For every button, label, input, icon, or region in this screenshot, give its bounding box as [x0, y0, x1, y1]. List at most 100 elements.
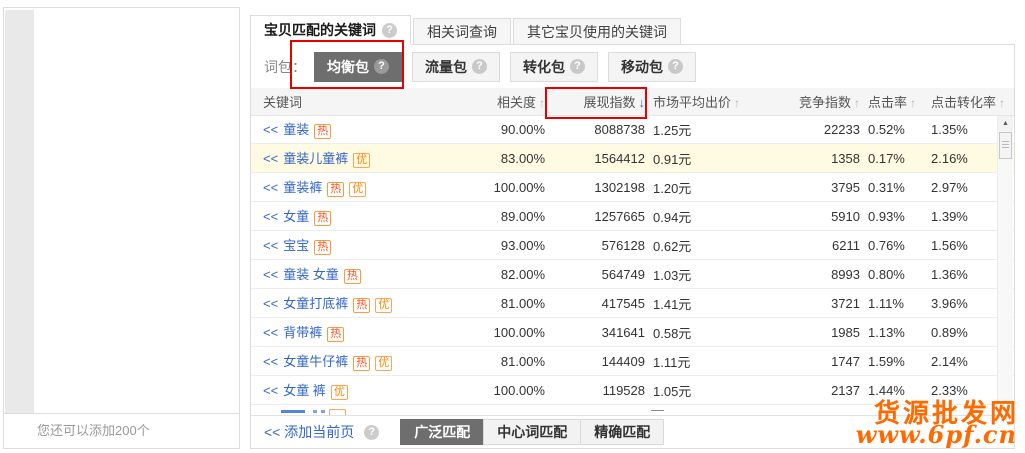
- wordpack-button-移动包[interactable]: 移动包?: [608, 52, 696, 82]
- competition-cell: 3721: [763, 296, 860, 311]
- impression-cell: 119528: [545, 383, 645, 398]
- add-current-page-link[interactable]: << 添加当前页: [264, 422, 354, 442]
- column-header-相关度[interactable]: 相关度↑: [481, 92, 545, 111]
- tab-宝贝匹配的关键词[interactable]: 宝贝匹配的关键词?: [250, 15, 411, 45]
- match-button-中心词匹配[interactable]: 中心词匹配: [483, 419, 581, 445]
- impression-cell: 341641: [545, 325, 645, 340]
- table-row: <<背带裤热100.00%3416410.58元19851.13%0.89%: [251, 318, 1014, 347]
- help-icon[interactable]: ?: [668, 59, 683, 74]
- ctr-cell: 0.80%: [868, 267, 930, 282]
- keyword-table-panel: 词包： 均衡包?流量包?转化包?移动包? 关键词相关度↑展现指数↓市场平均出价↑…: [250, 44, 1015, 449]
- partial-row: —: [251, 405, 1014, 415]
- vertical-scrollbar[interactable]: ▲: [997, 116, 1013, 408]
- keyword-cell: <<女童 裤优: [251, 380, 481, 400]
- wordpack-label: 词包：: [264, 57, 306, 77]
- column-header-关键词[interactable]: 关键词: [251, 92, 481, 111]
- wordpack-button-流量包[interactable]: 流量包?: [412, 52, 500, 82]
- keyword-prefix: <<: [263, 354, 278, 369]
- ctr-cell: 1.59%: [868, 354, 930, 369]
- keyword-link[interactable]: 童装裤: [283, 180, 322, 195]
- column-header-label: 展现指数: [583, 95, 635, 110]
- keyword-link[interactable]: 宝宝: [283, 238, 309, 253]
- avg-price-cell: 0.62元: [653, 236, 763, 255]
- keyword-link[interactable]: 背带裤: [283, 325, 322, 340]
- match-button-精确匹配[interactable]: 精确匹配: [580, 419, 664, 445]
- scroll-up-arrow-icon[interactable]: ▲: [998, 116, 1013, 131]
- table-row: <<宝宝热93.00%5761280.62元62110.76%1.56%: [251, 231, 1014, 260]
- column-header-竞争指数[interactable]: 竞争指数↑: [763, 92, 860, 111]
- ctr-cell: 0.93%: [868, 209, 930, 224]
- avg-price-cell: 0.94元: [653, 207, 763, 226]
- relevance-cell: 90.00%: [481, 122, 545, 137]
- badge-优: 优: [375, 298, 392, 313]
- column-header-市场平均出价[interactable]: 市场平均出价↑: [653, 92, 763, 111]
- competition-cell: 22233: [763, 122, 860, 137]
- impression-cell: 576128: [545, 238, 645, 253]
- keyword-cell: <<童装裤热优: [251, 177, 481, 197]
- clipped-keyword-fragment: [321, 410, 325, 413]
- table-row: <<女童牛仔裤热优81.00%1444091.11元17471.59%2.14%: [251, 347, 1014, 376]
- column-header-展现指数[interactable]: 展现指数 ↓: [545, 92, 645, 111]
- relevance-cell: 100.00%: [481, 180, 545, 195]
- keyword-link[interactable]: 童装儿童裤: [283, 151, 348, 166]
- help-icon[interactable]: ?: [570, 59, 585, 74]
- impression-cell: 564749: [545, 267, 645, 282]
- relevance-cell: 100.00%: [481, 325, 545, 340]
- keyword-link[interactable]: 女童: [283, 209, 309, 224]
- keyword-link[interactable]: 女童 裤: [283, 383, 326, 398]
- help-icon[interactable]: ?: [364, 425, 379, 440]
- sort-up-icon[interactable]: ↑: [999, 96, 1005, 110]
- column-header-label: 竞争指数: [799, 95, 851, 110]
- avg-price-cell: 1.03元: [653, 265, 763, 284]
- wordpack-button-转化包[interactable]: 转化包?: [510, 52, 598, 82]
- column-header-label: 相关度: [497, 95, 536, 110]
- keyword-cell: <<女童热: [251, 206, 481, 226]
- keyword-source-tabbar: 宝贝匹配的关键词?相关词查询其它宝贝使用的关键词: [250, 15, 683, 45]
- tab-相关词查询[interactable]: 相关词查询: [413, 18, 511, 45]
- ctr-cell: 0.52%: [868, 122, 930, 137]
- sort-up-icon[interactable]: ↑: [854, 96, 860, 110]
- sort-up-icon[interactable]: ↑: [910, 96, 916, 110]
- wordpack-button-均衡包[interactable]: 均衡包?: [314, 52, 402, 82]
- relevance-cell: 100.00%: [481, 383, 545, 398]
- impression-cell: 1564412: [545, 151, 645, 166]
- wordpack-button-label: 移动包: [621, 57, 663, 77]
- sort-up-icon[interactable]: ↑: [734, 96, 740, 110]
- table-row: <<女童热89.00%12576650.94元59100.93%1.39%: [251, 202, 1014, 231]
- column-header-点击率[interactable]: 点击率↑: [868, 92, 930, 111]
- left-panel-gutter: [5, 10, 34, 414]
- help-icon[interactable]: ?: [472, 59, 487, 74]
- keyword-prefix: <<: [263, 180, 278, 195]
- keyword-link[interactable]: 女童牛仔裤: [283, 354, 348, 369]
- column-header-点击转化率[interactable]: 点击转化率↑: [931, 92, 1016, 111]
- ctr-cell: 0.17%: [868, 151, 930, 166]
- competition-cell: 3795: [763, 180, 860, 195]
- impression-cell: 1302198: [545, 180, 645, 195]
- badge-热: 热: [314, 240, 331, 255]
- scrollbar-thumb[interactable]: [999, 132, 1012, 159]
- help-icon[interactable]: ?: [382, 23, 397, 38]
- keyword-prefix: <<: [263, 151, 278, 166]
- badge-优: 优: [349, 182, 366, 197]
- clipped-keyword-fragment: [313, 410, 317, 413]
- keyword-prefix: <<: [263, 209, 278, 224]
- match-button-广泛匹配[interactable]: 广泛匹配: [400, 419, 484, 445]
- help-icon[interactable]: ?: [374, 59, 389, 74]
- avg-price-cell: 1.11元: [653, 352, 763, 371]
- add-link-label: 添加当前页: [284, 424, 354, 440]
- wordpack-button-label: 流量包: [425, 57, 467, 77]
- keyword-link[interactable]: 女童打底裤: [283, 296, 348, 311]
- sort-down-icon[interactable]: ↓: [639, 95, 646, 110]
- keyword-cell: <<童装热: [251, 119, 481, 139]
- badge-热: 热: [353, 298, 370, 313]
- keyword-cell: <<童装 女童热: [251, 264, 481, 284]
- impression-cell: 417545: [545, 296, 645, 311]
- scrollbar-grip-icon: [1002, 141, 1009, 149]
- ctr-cell: 1.11%: [868, 296, 930, 311]
- keyword-link[interactable]: 童装 女童: [283, 267, 339, 282]
- competition-cell: 6211: [763, 238, 860, 253]
- keyword-link[interactable]: 童装: [283, 122, 309, 137]
- badge-优: 优: [375, 356, 392, 371]
- tab-其它宝贝使用的关键词[interactable]: 其它宝贝使用的关键词: [513, 18, 681, 45]
- ctr-cell: 0.76%: [868, 238, 930, 253]
